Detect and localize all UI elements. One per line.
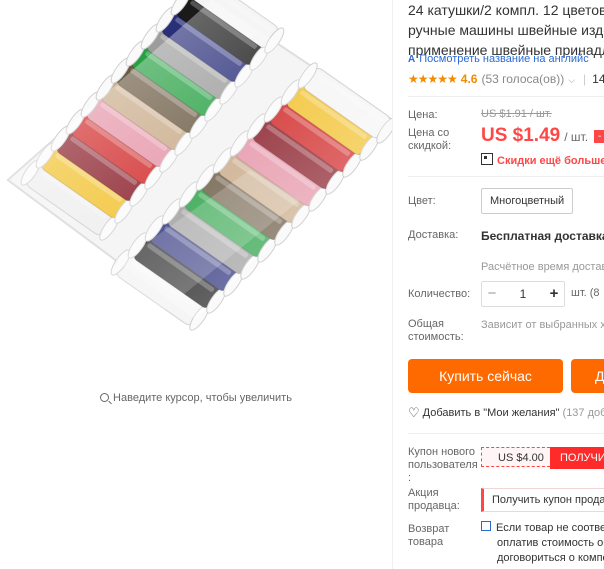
quantity-input[interactable]: 1 [502, 282, 544, 306]
wishlist-text[interactable]: Добавить в "Мои желания" [423, 407, 560, 419]
qr-code-icon [481, 153, 493, 165]
current-price: US $1.49/ шт. - [481, 125, 604, 147]
new-user-coupon-label: Купон нового пользователя : [408, 446, 478, 485]
returns-line-3: договориться о компе [497, 552, 604, 564]
returns-line-1: Если товар не соответ [496, 522, 604, 534]
zoom-hint: Наведите курсор, чтобы увеличить [0, 392, 392, 404]
product-image[interactable] [0, 0, 392, 380]
chevron-down-icon[interactable]: ⌵ [568, 75, 575, 85]
rating-row: ★★★★★ 4.6 (53 голоса(ов)) ⌵ | 14 [408, 72, 604, 86]
returns-label-line-1: Возврат [408, 523, 450, 535]
product-gallery: Наведите курсор, чтобы увеличить [0, 0, 392, 569]
total-label-line-1: Общая [408, 318, 444, 330]
quantity-stepper: − 1 + [481, 281, 565, 307]
coupon-label-line-3: : [408, 472, 412, 484]
product-title: 24 катушки/2 компл. 12 цветов П ручные м… [408, 0, 604, 60]
discount-label-line-1: Цена со [408, 127, 450, 139]
votes-link[interactable]: (53 голоса(ов)) [481, 72, 564, 86]
returns-policy: Если товар не соответ оплатив стоимость … [481, 521, 604, 566]
divider [408, 96, 604, 97]
product-details: 24 катушки/2 компл. 12 цветов П ручные м… [392, 0, 604, 569]
title-line-2: ручные машины швейные изде. [408, 22, 604, 38]
rating-value: 4.6 [460, 72, 478, 86]
discount-price-label: Цена со скидкой: [408, 127, 451, 153]
translate-title-link[interactable]: A Посмотреть название на английс [408, 53, 589, 65]
magnifier-icon [100, 393, 110, 402]
returns-label: Возврат товара [408, 523, 449, 549]
translate-icon: A [408, 54, 416, 65]
buy-now-button[interactable]: Купить сейчас [408, 359, 563, 393]
shipping-estimate: Расчётное время достав [481, 261, 604, 273]
promo-label-line-1: Акция [408, 487, 439, 499]
more-discounts-link[interactable]: Скидки ещё больше в [481, 152, 604, 167]
discount-label-line-2: скидкой: [408, 140, 452, 152]
old-price: US $1.91 / шт. [481, 108, 552, 120]
heart-icon: ♡ [408, 405, 420, 420]
zoom-hint-text: Наведите курсор, чтобы увеличить [113, 392, 292, 404]
get-seller-coupon-button[interactable]: Получить купон прода [481, 488, 604, 512]
more-discounts-text[interactable]: Скидки ещё больше в [497, 155, 604, 167]
add-to-cart-button[interactable]: Д [571, 359, 604, 393]
total-label: Общая стоимость: [408, 318, 464, 344]
divider [408, 176, 604, 177]
color-label: Цвет: [408, 195, 436, 207]
return-policy-icon [481, 521, 491, 531]
discount-badge: - [594, 130, 604, 143]
price-unit: / шт. [564, 130, 589, 144]
quantity-decrease-button[interactable]: − [482, 282, 502, 306]
quantity-increase-button[interactable]: + [544, 282, 564, 306]
returns-label-line-2: товара [408, 536, 444, 548]
orders-count: 14 [592, 72, 604, 86]
rating-stars-icon: ★★★★★ [408, 72, 458, 86]
coupon-label-line-1: Купон нового [408, 446, 476, 458]
divider [408, 433, 604, 434]
quantity-available: шт. (8 [571, 287, 600, 299]
title-line-1: 24 катушки/2 компл. 12 цветов П [408, 2, 604, 18]
shipping-value[interactable]: Бесплатная доставка в [481, 229, 604, 243]
promo-label-line-2: продавца: [408, 500, 460, 512]
shipping-label: Доставка: [408, 229, 459, 241]
total-label-line-2: стоимость: [408, 331, 464, 343]
quantity-label: Количество: [408, 288, 471, 300]
translate-link-text[interactable]: Посмотреть название на английс [419, 53, 588, 65]
wishlist-count: (137 доб [562, 407, 604, 419]
divider: | [583, 72, 587, 86]
seller-promo-label: Акция продавца: [408, 487, 460, 513]
price-amount: US $1.49 [481, 125, 561, 146]
get-coupon-button[interactable]: ПОЛУЧИ [550, 447, 604, 469]
price-label: Цена: [408, 109, 438, 121]
color-option-multicolor[interactable]: Многоцветный [481, 188, 574, 214]
returns-line-2: оплатив стоимость об [497, 537, 604, 549]
total-value: Зависит от выбранных ха [481, 319, 604, 331]
add-to-wishlist-button[interactable]: ♡ Добавить в "Мои желания" (137 доб [408, 405, 604, 421]
coupon-label-line-2: пользователя [408, 459, 478, 471]
